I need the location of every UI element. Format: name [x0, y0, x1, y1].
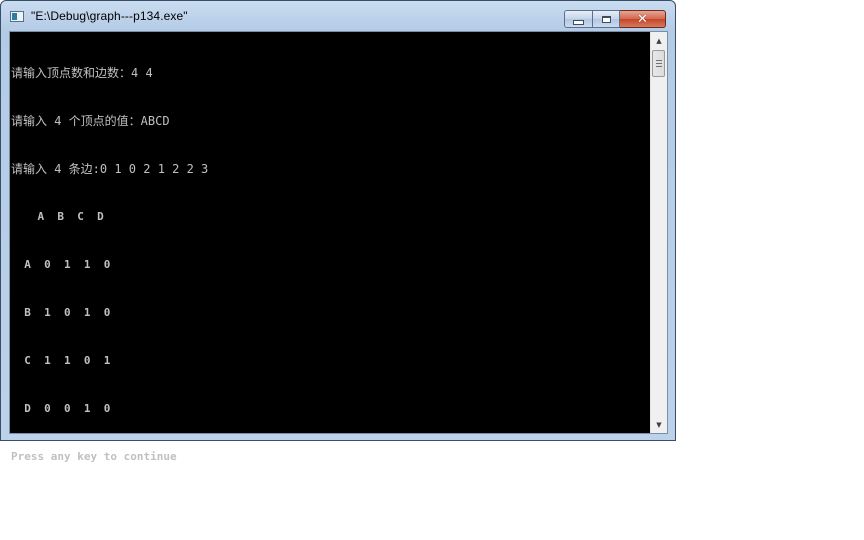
- grip-line: [656, 66, 662, 67]
- matrix-row: B 1 0 1 0: [11, 306, 111, 319]
- console-line: 请输入顶点数和边数：4 4: [11, 66, 153, 80]
- console-line: 请输入 4 个顶点的值：ABCD: [11, 114, 170, 128]
- minimize-icon: [573, 19, 584, 25]
- grip-line: [656, 63, 662, 64]
- matrix-row: C 1 1 0 1: [11, 354, 111, 367]
- close-icon: ✕: [637, 11, 648, 27]
- matrix-header-row: A B C D: [11, 210, 104, 223]
- scroll-down-button[interactable]: ▼: [651, 416, 667, 433]
- console-output[interactable]: 请输入顶点数和边数：4 4 请输入 4 个顶点的值：ABCD 请输入 4 条边:…: [11, 33, 651, 463]
- maximize-icon: [601, 15, 611, 23]
- arrow-up-icon: ▲: [656, 36, 662, 45]
- press-any-key-prompt: Press any key to continue: [11, 450, 177, 463]
- grip-line: [656, 60, 662, 61]
- minimize-button[interactable]: [564, 10, 593, 28]
- console-client-area: 请输入顶点数和边数：4 4 请输入 4 个顶点的值：ABCD 请输入 4 条边:…: [9, 31, 668, 463]
- maximize-button[interactable]: [593, 10, 620, 28]
- console-window: "E:\Debug\graph---p134.exe" ✕ 请输入顶点数和边数：…: [0, 0, 676, 463]
- window-title: "E:\Debug\graph---p134.exe": [31, 9, 188, 23]
- close-button[interactable]: ✕: [620, 10, 666, 28]
- arrow-down-icon: ▼: [656, 420, 662, 429]
- title-bar[interactable]: "E:\Debug\graph---p134.exe" ✕: [1, 1, 675, 31]
- scroll-up-button[interactable]: ▲: [651, 32, 667, 49]
- console-app-icon[interactable]: [10, 11, 24, 22]
- console-line: 请输入 4 条边:0 1 0 2 1 2 2 3: [11, 162, 209, 176]
- matrix-row: A 0 1 1 0: [11, 258, 111, 271]
- vertical-scrollbar[interactable]: ▲ ▼: [650, 32, 667, 433]
- matrix-row: D 0 0 1 0: [11, 402, 111, 415]
- scrollbar-thumb[interactable]: [652, 50, 665, 77]
- caption-buttons: ✕: [564, 10, 666, 28]
